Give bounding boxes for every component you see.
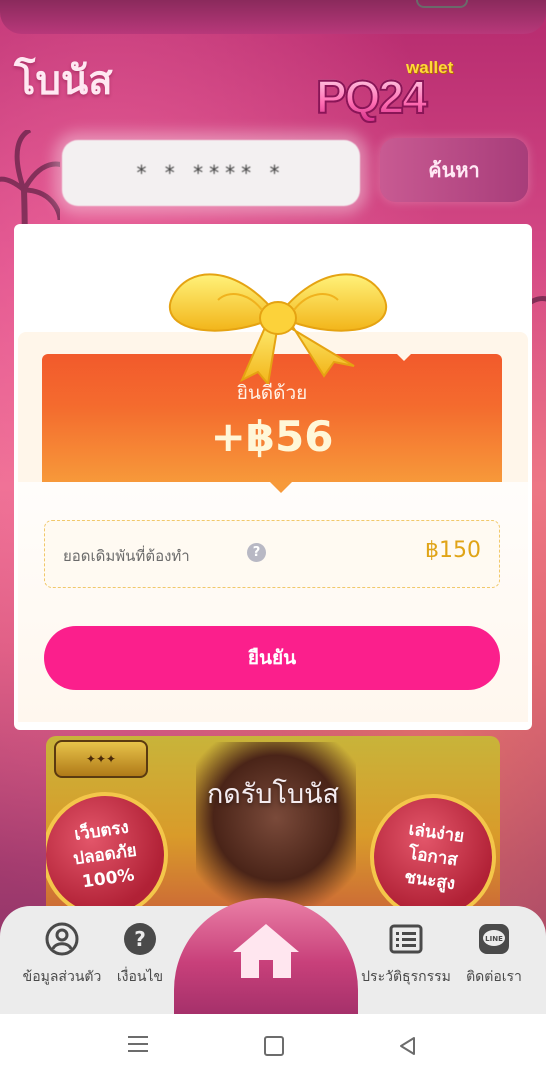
- recent-apps-button[interactable]: [128, 1036, 148, 1057]
- help-icon[interactable]: ?: [247, 543, 266, 562]
- search-button[interactable]: ค้นหา: [380, 138, 528, 202]
- user-circle-icon: [45, 922, 79, 956]
- svg-text:?: ?: [134, 927, 146, 951]
- page-title: โบนัส: [14, 58, 113, 104]
- android-nav-bar: [0, 1014, 546, 1080]
- nav-label-history: ประวัติธุรกรรม: [361, 969, 451, 985]
- wager-value: ฿150: [425, 538, 481, 563]
- nav-label-contact: ติดต่อเรา: [466, 969, 522, 985]
- card-pointer: [270, 482, 292, 493]
- bonus-amount: +฿56: [210, 412, 334, 461]
- nav-item-contact[interactable]: LINE ติดต่อเรา: [444, 922, 544, 988]
- back-icon[interactable]: [398, 1036, 418, 1056]
- nav-label-terms: เงื่อนไข: [116, 969, 164, 985]
- system-home-button[interactable]: [264, 1036, 284, 1056]
- search-input[interactable]: * * **** *: [62, 140, 360, 206]
- brand-logo: wallet PQ24: [315, 58, 486, 130]
- question-circle-icon: ?: [124, 923, 156, 955]
- wager-label: ยอดเดิมพันที่ต้องทำ: [63, 547, 190, 565]
- wager-requirement: ยอดเดิมพันที่ต้องทำ ? ฿150: [44, 520, 500, 588]
- home-icon: [233, 924, 299, 978]
- list-icon: [389, 924, 423, 954]
- bonus-modal: ยินดีด้วย +฿56 ยอดเดิมพันที่ต้องทำ ? ฿15…: [14, 224, 532, 730]
- gift-ribbon-icon: [169, 273, 387, 384]
- top-bar: [0, 0, 546, 34]
- line-chat-icon: LINE: [479, 924, 509, 954]
- top-tab-indicator[interactable]: [416, 0, 468, 8]
- svg-text:LINE: LINE: [485, 935, 503, 943]
- confirm-button[interactable]: ยืนยัน: [44, 626, 500, 690]
- nav-item-history[interactable]: ประวัติธุรกรรม: [356, 922, 456, 988]
- card-notch: [396, 353, 412, 361]
- logo-brand-text: PQ24: [315, 70, 429, 124]
